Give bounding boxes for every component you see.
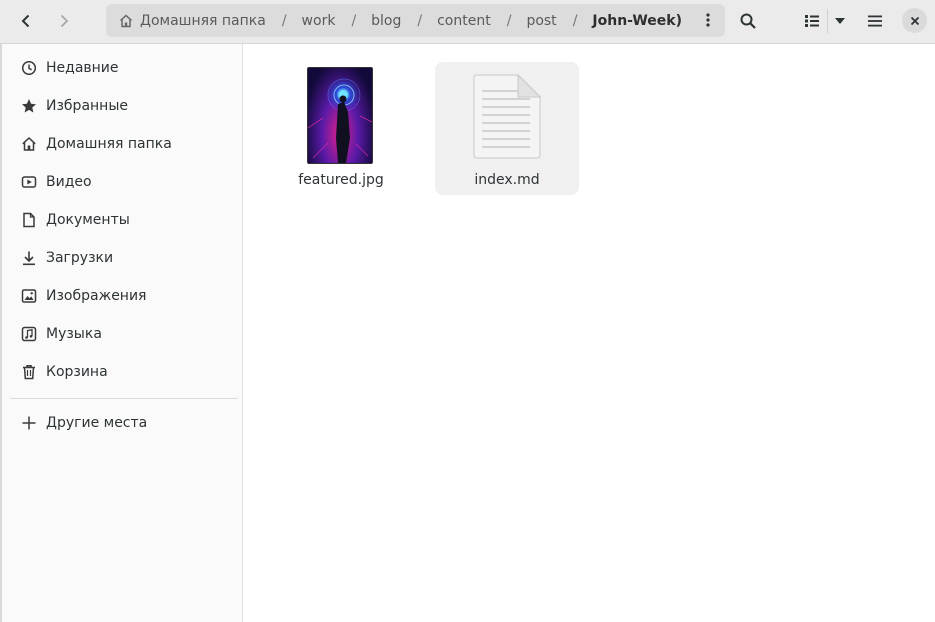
sidebar-item-other-places[interactable]: Другие места [2,404,243,442]
star-icon [22,99,36,113]
sidebar-item-label: Избранные [46,98,128,114]
file-manager-window: Домашняя папка / work / blog / content /… [0,0,935,622]
home-icon [22,136,36,151]
breadcrumb-separator: / [506,12,512,29]
breadcrumb-label: content [437,12,491,29]
search-button[interactable] [733,6,763,36]
forward-button[interactable] [49,6,79,36]
back-button[interactable] [11,6,41,36]
sidebar-item-pictures[interactable]: Изображения [2,277,243,315]
file-item[interactable]: featured.jpg [269,62,413,195]
breadcrumb-current[interactable]: John-Week) [592,13,682,29]
chevron-left-icon [21,14,30,28]
chevron-right-icon [60,14,69,28]
clock-icon [21,60,37,76]
header-bar: Домашняя папка / work / blog / content /… [0,0,935,44]
sidebar-item-label: Недавние [46,60,119,76]
breadcrumb-blog[interactable]: blog [371,13,401,29]
trash-icon [23,365,35,380]
search-icon [740,13,756,29]
sidebar-item-label: Загрузки [46,250,114,266]
sidebar-item-documents[interactable]: Документы [2,201,243,239]
file-view: featured.jpg index.md [243,44,935,622]
breadcrumb-content[interactable]: content [437,13,491,29]
image-icon [21,289,37,303]
sidebar-item-label: Музыка [46,326,102,342]
file-name: index.md [474,172,540,188]
sidebar-item-label: Домашняя папка [46,136,172,152]
sidebar-item-recent[interactable]: Недавние [2,49,243,87]
breadcrumb-work[interactable]: work [302,13,336,29]
path-menu-button[interactable] [695,7,721,33]
sidebar-item-label: Изображения [46,288,147,304]
breadcrumb-separator: / [281,12,287,29]
sidebar-item-label: Видео [46,174,92,190]
plus-icon [22,416,36,430]
close-button[interactable] [902,8,927,33]
view-options-button[interactable] [826,6,854,36]
main-menu-button[interactable] [860,6,890,36]
figure-silhouette-icon [308,78,372,163]
sidebar-item-starred[interactable]: Избранные [2,87,243,125]
video-icon [21,176,37,188]
view-mode-button[interactable] [797,6,827,36]
sidebar-item-label: Другие места [46,415,148,431]
download-icon [23,251,35,266]
breadcrumb-label: blog [371,12,402,29]
breadcrumb-label: work [301,12,336,29]
document-icon [23,212,35,228]
breadcrumb-separator: / [572,12,578,29]
breadcrumb-label: Домашняя папка [140,12,266,29]
list-view-icon [805,15,819,27]
close-icon [910,16,919,25]
music-icon [21,326,37,342]
file-name: featured.jpg [298,172,384,188]
path-bar: Домашняя папка / work / blog / content /… [106,4,725,37]
sidebar-item-label: Документы [46,212,130,228]
text-file-icon [473,73,542,159]
sidebar-item-label: Корзина [46,364,108,380]
sidebar: Недавние Избранные Домашняя папка Видео … [0,44,243,622]
sidebar-separator [10,398,238,399]
sidebar-item-music[interactable]: Музыка [2,315,243,353]
dropdown-arrow-icon [835,18,845,24]
sidebar-item-trash[interactable]: Корзина [2,353,243,391]
sidebar-item-downloads[interactable]: Загрузки [2,239,243,277]
vertical-dots-icon [706,13,710,27]
sidebar-item-home[interactable]: Домашняя папка [2,125,243,163]
image-thumbnail [307,67,373,164]
breadcrumb-label: post [526,12,557,29]
home-icon [119,13,133,27]
file-item[interactable]: index.md [435,62,579,195]
breadcrumb-separator: / [417,12,423,29]
breadcrumb-separator: / [351,12,357,29]
sidebar-item-videos[interactable]: Видео [2,163,243,201]
breadcrumb-home[interactable]: Домашняя папка [118,13,266,29]
breadcrumb-post[interactable]: post [526,13,556,29]
breadcrumb-label: John-Week) [592,12,682,29]
hamburger-icon [868,15,882,27]
